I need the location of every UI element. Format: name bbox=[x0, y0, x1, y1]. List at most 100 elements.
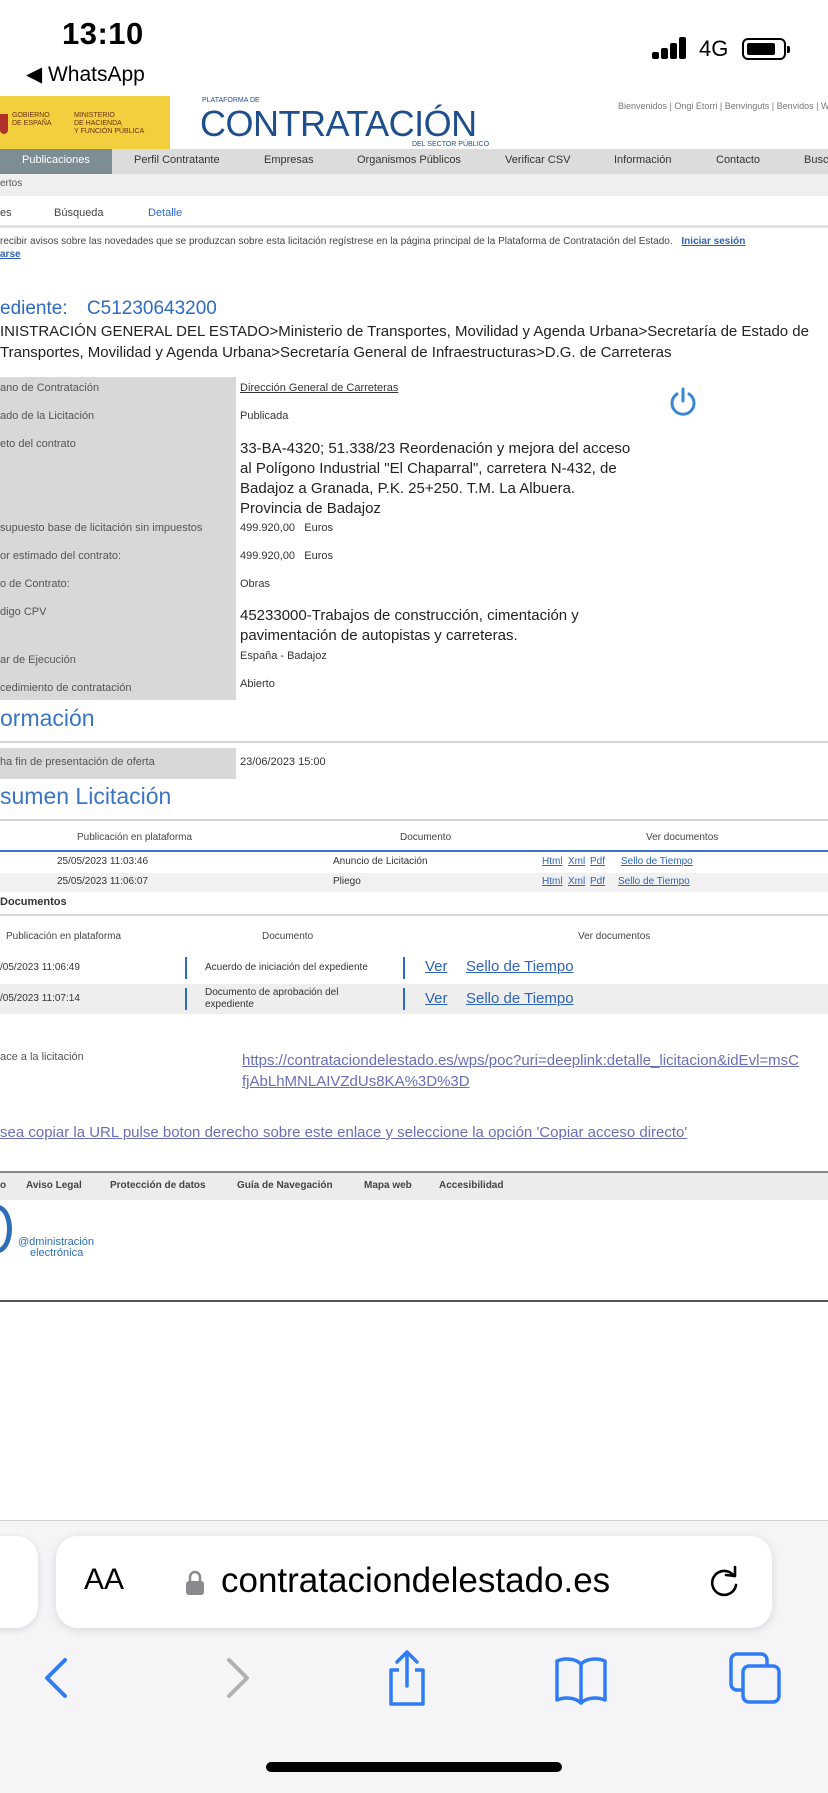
signal-icon bbox=[652, 37, 692, 59]
footer-bar: o Aviso Legal Protección de datos Guía d… bbox=[0, 1171, 828, 1200]
logo-subtitle: DEL SECTOR PÚBLICO bbox=[412, 141, 490, 148]
licitacion-url[interactable]: https://contrataciondelestado.es/wps/poc… bbox=[242, 1050, 802, 1092]
row-doc: Pliego bbox=[333, 876, 361, 887]
organo-label: ano de Contratación bbox=[0, 382, 100, 394]
nav-empresas[interactable]: Empresas bbox=[264, 154, 314, 166]
page-end-rule bbox=[0, 1300, 828, 1302]
html-link[interactable]: Html bbox=[542, 876, 563, 887]
footer-aviso-legal[interactable]: Aviso Legal bbox=[26, 1180, 82, 1191]
table-row: 25/05/2023 11:06:07 Pliego Html Xml Pdf … bbox=[0, 873, 828, 892]
tipo-value: Obras bbox=[240, 578, 270, 590]
estado-label: ado de la Licitación bbox=[0, 410, 95, 422]
language-selector[interactable]: Bienvenidos | Ongi Etorri | Benvinguts |… bbox=[618, 101, 828, 111]
footer-accesibilidad[interactable]: Accesibilidad bbox=[439, 1180, 503, 1191]
power-icon[interactable] bbox=[668, 387, 698, 417]
status-bar: 13:10 ◀ WhatsApp 4G bbox=[0, 0, 828, 90]
nav-contacto[interactable]: Contacto bbox=[716, 154, 760, 166]
platform-logo[interactable]: CONTRATACIÓN bbox=[200, 103, 477, 145]
bookmarks-icon[interactable] bbox=[554, 1648, 608, 1708]
footer-proteccion-datos[interactable]: Protección de datos bbox=[110, 1180, 206, 1191]
nav-buscar[interactable]: Buscar bbox=[804, 154, 828, 166]
coat-of-arms-icon bbox=[0, 114, 8, 134]
row-doc: Acuerdo de iniciación del expediente bbox=[205, 962, 368, 973]
row-date: /05/2023 11:07:14 bbox=[0, 993, 80, 1004]
sello-link[interactable]: Sello de Tiempo bbox=[621, 856, 693, 867]
estado-value: Publicada bbox=[240, 410, 289, 422]
col-ver: Ver documentos bbox=[578, 931, 651, 942]
document-row: /05/2023 11:07:14 Documento de aprobació… bbox=[0, 984, 828, 1014]
login-link[interactable]: Iniciar sesión bbox=[681, 236, 745, 247]
procedimiento-value: Abierto bbox=[240, 678, 275, 690]
register-link[interactable]: arse bbox=[0, 249, 21, 260]
footer-item[interactable]: o bbox=[0, 1180, 6, 1191]
document-row: /05/2023 11:06:49 Acuerdo de iniciación … bbox=[0, 953, 828, 983]
tabs-icon[interactable] bbox=[728, 1648, 782, 1708]
copy-hint[interactable]: sea copiar la URL pulse boton derecho so… bbox=[0, 1124, 687, 1141]
divider bbox=[0, 741, 828, 743]
footer-mapa-web[interactable]: Mapa web bbox=[364, 1180, 412, 1191]
col-documento: Documento bbox=[400, 832, 452, 843]
table-header-line bbox=[0, 850, 828, 852]
back-to-app-link[interactable]: ◀ WhatsApp bbox=[26, 62, 145, 87]
footer-guia-navegacion[interactable]: Guía de Navegación bbox=[237, 1180, 333, 1191]
organo-link[interactable]: Dirección General de Carreteras bbox=[240, 382, 398, 394]
ver-link[interactable]: Ver bbox=[425, 990, 448, 1007]
table-row: 25/05/2023 11:03:46 Anuncio de Licitació… bbox=[0, 853, 828, 872]
url-domain[interactable]: contrataciondelestado.es bbox=[221, 1561, 610, 1601]
tab-busqueda[interactable]: Búsqueda bbox=[54, 207, 104, 219]
clock: 13:10 bbox=[62, 16, 144, 51]
reload-icon[interactable] bbox=[706, 1563, 742, 1599]
valor-label: or estimado del contrato: bbox=[0, 550, 122, 562]
row-date: 25/05/2023 11:06:07 bbox=[57, 876, 149, 887]
procedimiento-label: cedimiento de contratación bbox=[0, 682, 132, 694]
share-icon[interactable] bbox=[380, 1648, 434, 1708]
notice: recibir avisos sobre las novedades que s… bbox=[0, 235, 828, 261]
sello-link[interactable]: Sello de Tiempo bbox=[466, 958, 574, 975]
tab-previous[interactable]: es bbox=[0, 207, 12, 219]
nav-informacion[interactable]: Información bbox=[614, 154, 671, 166]
nav-verificar-csv[interactable]: Verificar CSV bbox=[505, 154, 570, 166]
fecha-value: 23/06/2023 15:00 bbox=[240, 756, 326, 768]
pdf-link[interactable]: Pdf bbox=[590, 856, 605, 867]
row-doc: Documento de aprobación del expediente bbox=[205, 987, 339, 1010]
expediente-number: C51230643200 bbox=[86, 298, 217, 319]
ver-link[interactable]: Ver bbox=[425, 958, 448, 975]
fecha-label: ha fin de presentación de oferta bbox=[0, 756, 155, 768]
row-date: /05/2023 11:06:49 bbox=[0, 962, 80, 973]
pdf-link[interactable]: Pdf bbox=[590, 876, 605, 887]
nav-perfil-contratante[interactable]: Perfil Contratante bbox=[134, 154, 220, 166]
back-icon[interactable] bbox=[30, 1648, 84, 1708]
sello-link[interactable]: Sello de Tiempo bbox=[466, 990, 574, 1007]
nav-publicaciones[interactable]: Publicaciones bbox=[0, 149, 112, 174]
lock-icon bbox=[186, 1570, 204, 1595]
row-date: 25/05/2023 11:03:46 bbox=[57, 856, 149, 867]
divider bbox=[0, 819, 828, 821]
administracion-electronica-text: @dministración electrónica bbox=[18, 1236, 94, 1259]
reader-settings-button[interactable]: AA bbox=[84, 1563, 124, 1597]
objeto-value: 33-BA-4320; 51.338/23 Reordenación y mej… bbox=[240, 440, 631, 517]
home-indicator[interactable] bbox=[266, 1762, 562, 1772]
xml-link[interactable]: Xml bbox=[568, 856, 585, 867]
administracion-electronica-logo[interactable] bbox=[0, 1205, 12, 1253]
expediente-label: ediente: bbox=[0, 298, 68, 319]
previous-tab-preview[interactable] bbox=[0, 1536, 38, 1628]
notice-text: recibir avisos sobre las novedades que s… bbox=[0, 236, 673, 247]
tab-detalle[interactable]: Detalle bbox=[148, 207, 182, 219]
col-publicacion: Publicación en plataforma bbox=[6, 931, 122, 942]
objeto-label: eto del contrato bbox=[0, 438, 76, 450]
lugar-label: ar de Ejecución bbox=[0, 654, 76, 666]
network-type: 4G bbox=[699, 36, 729, 61]
forward-icon[interactable] bbox=[210, 1648, 264, 1708]
col-publicacion: Publicación en plataforma bbox=[77, 832, 193, 843]
cpv-label: digo CPV bbox=[0, 606, 47, 618]
gobierno-logo[interactable]: GOBIERNO DE ESPAÑA MINISTERIO DE HACIEND… bbox=[0, 96, 170, 150]
xml-link[interactable]: Xml bbox=[568, 876, 585, 887]
organism-path: INISTRACIÓN GENERAL DEL ESTADO>Ministeri… bbox=[0, 323, 809, 361]
html-link[interactable]: Html bbox=[542, 856, 563, 867]
sello-link[interactable]: Sello de Tiempo bbox=[618, 876, 690, 887]
resumen-title: sumen Licitación bbox=[0, 783, 172, 809]
sub-nav: ertos bbox=[0, 174, 828, 196]
row-doc: Anuncio de Licitación bbox=[333, 856, 428, 867]
subnav-item[interactable]: ertos bbox=[0, 178, 22, 189]
nav-organismos[interactable]: Organismos Públicos bbox=[357, 154, 461, 166]
